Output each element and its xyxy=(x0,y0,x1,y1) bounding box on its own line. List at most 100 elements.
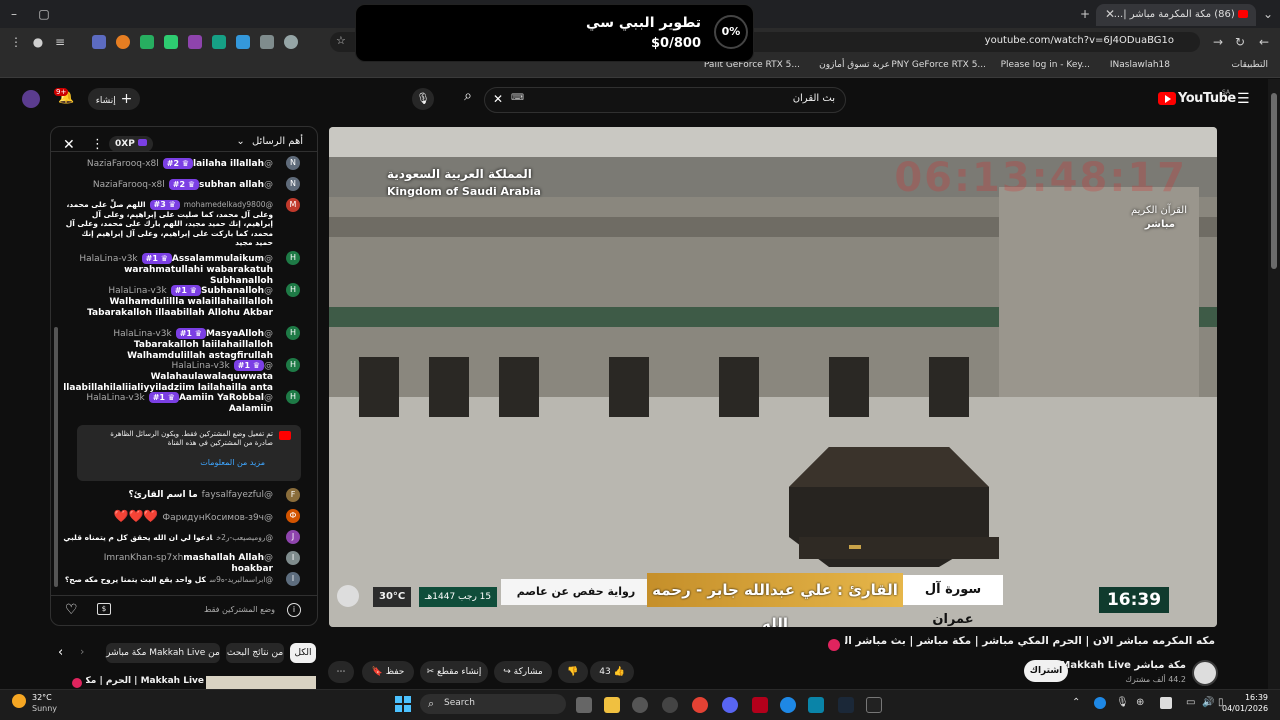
epic-games-icon[interactable] xyxy=(866,697,882,713)
bookmark-item[interactable]: Please log in - Key... xyxy=(1001,60,1090,70)
create-button[interactable]: إنشاء + xyxy=(88,88,140,110)
ext-icon[interactable] xyxy=(116,35,130,49)
clip-button[interactable]: إنشاء مقطع ✂ xyxy=(420,661,488,683)
hamburger-menu-icon[interactable]: ☰ xyxy=(1237,92,1251,106)
menu-dots-icon[interactable]: ⋮ xyxy=(8,34,24,50)
chip-channel[interactable]: من Makkah Live مكة مباشر xyxy=(106,643,220,663)
avatar[interactable]: ا xyxy=(286,572,300,586)
share-button[interactable]: مشاركة ↪ xyxy=(494,661,552,683)
ext-icon[interactable] xyxy=(284,35,298,49)
notice-learn-more-link[interactable]: مزيد من المعلومات xyxy=(200,458,265,467)
forward-icon[interactable]: → xyxy=(1210,34,1226,50)
youtube-logo-icon[interactable] xyxy=(1158,92,1176,105)
ext-icon[interactable] xyxy=(140,35,154,49)
minimize-icon[interactable]: – xyxy=(6,6,22,22)
bookmark-star-icon[interactable]: ☆ xyxy=(336,34,346,47)
app-icon[interactable] xyxy=(808,697,824,713)
tray-icon[interactable] xyxy=(1094,697,1106,709)
chat-menu-icon[interactable]: ⋮ xyxy=(91,137,104,152)
bookmark-item[interactable]: INaslawlah18 xyxy=(1110,60,1170,70)
bookmark-item[interactable]: PNY GeForce RTX 5... xyxy=(891,60,986,70)
weather-desc[interactable]: Sunny xyxy=(32,704,57,713)
chat-author[interactable]: @ФаридунКосимов-з9ч xyxy=(162,513,273,523)
page-scrollbar[interactable] xyxy=(1268,79,1280,689)
video-player[interactable]: المملكة العربية السعودية Kingdom of Saud… xyxy=(329,127,1217,627)
reload-icon[interactable]: ↻ xyxy=(1232,34,1248,50)
subscribe-button[interactable]: اشتراك xyxy=(1024,660,1068,682)
avatar[interactable]: H xyxy=(286,358,300,372)
avatar[interactable] xyxy=(22,90,40,108)
avatar[interactable]: M xyxy=(286,198,300,212)
chrome-icon[interactable] xyxy=(692,697,708,713)
tray-icon[interactable] xyxy=(1160,697,1172,709)
chat-author[interactable]: @faysalfayezful xyxy=(202,490,273,500)
profile-icon[interactable]: ● xyxy=(30,34,46,50)
ext-icon[interactable] xyxy=(236,35,250,49)
avatar[interactable]: I xyxy=(286,551,300,565)
task-view-icon[interactable] xyxy=(576,697,592,713)
ext-icon[interactable] xyxy=(164,35,178,49)
avatar[interactable]: N xyxy=(286,177,300,191)
chip-all[interactable]: الكل xyxy=(290,643,316,663)
avatar[interactable]: Ф xyxy=(286,509,300,523)
channel-name[interactable]: مكة مباشر Makkah Live xyxy=(1060,660,1186,671)
bookmark-apps[interactable]: التطبيقات xyxy=(1231,60,1268,70)
avatar[interactable]: F xyxy=(286,488,300,502)
chevron-right-icon[interactable]: › xyxy=(80,645,84,658)
weather-temp[interactable]: 32°C xyxy=(32,693,52,702)
extensions-icon[interactable]: ≡ xyxy=(52,34,68,50)
clock-time[interactable]: 16:39 xyxy=(1224,693,1268,702)
chevron-up-icon[interactable]: ⌃ xyxy=(1072,697,1080,708)
info-icon[interactable]: i xyxy=(287,603,301,617)
ext-icon[interactable] xyxy=(212,35,226,49)
search-box[interactable]: بث القران ✕ ⌨ xyxy=(484,87,846,113)
search-input[interactable]: بث القران xyxy=(793,93,835,104)
microphone-icon[interactable]: 🎙 xyxy=(1116,697,1129,708)
browser-icon[interactable] xyxy=(780,697,796,713)
restore-icon[interactable]: ▢ xyxy=(36,6,52,22)
settings-icon[interactable] xyxy=(662,697,678,713)
avatar[interactable]: H xyxy=(286,390,300,404)
ext-icon[interactable] xyxy=(92,35,106,49)
chat-mode-dropdown[interactable]: أهم الرسائل ⌄ xyxy=(236,136,303,147)
avatar[interactable]: J xyxy=(286,530,300,544)
keyboard-icon[interactable]: ⌨ xyxy=(511,93,524,103)
file-explorer-icon[interactable] xyxy=(604,697,620,713)
steam-icon[interactable] xyxy=(838,697,854,713)
chat-author[interactable]: @ابراسمالبريد-ه9س xyxy=(210,575,273,584)
network-icon[interactable]: ▭ xyxy=(1186,697,1195,708)
next-video-title[interactable]: Makkah Live | الحرم | مكة مباشر xyxy=(86,676,204,686)
clear-search-icon[interactable]: ✕ xyxy=(493,92,503,106)
search-icon[interactable]: ⌕ xyxy=(455,88,481,112)
windows-start-icon[interactable] xyxy=(395,696,411,712)
avatar[interactable]: H xyxy=(286,326,300,340)
chat-author[interactable]: @روميصيعب-ر2خ xyxy=(216,533,273,542)
active-tab[interactable]: (86) مكة المكرمة مباشر |... xyxy=(1096,4,1256,26)
avatar[interactable]: H xyxy=(286,251,300,265)
volume-icon[interactable]: 🔊 xyxy=(1202,697,1214,708)
dislike-button[interactable]: 👎 xyxy=(558,661,588,683)
chip-search-results[interactable]: من نتائج البحث xyxy=(226,643,284,663)
close-tab-icon[interactable]: ✕ xyxy=(1102,6,1118,22)
save-button[interactable]: حفظ 🔖 xyxy=(362,661,414,683)
avatar[interactable]: N xyxy=(286,156,300,170)
avatar[interactable]: H xyxy=(286,283,300,297)
back-icon[interactable]: ← xyxy=(1256,34,1272,50)
app-icon[interactable] xyxy=(632,697,648,713)
points-badge[interactable]: 0XP xyxy=(109,136,153,152)
voice-search-icon[interactable]: 🎙 xyxy=(412,88,434,110)
chat-input-placeholder[interactable]: وضع المشتركين فقط xyxy=(204,605,275,614)
like-button[interactable]: 43 👍 xyxy=(590,661,634,683)
more-actions-icon[interactable]: ⋯ xyxy=(328,661,354,683)
taskbar-search[interactable]: ⌕ Search xyxy=(420,694,566,714)
chat-scrollbar[interactable] xyxy=(54,327,58,587)
chevron-left-icon[interactable]: ‹ xyxy=(58,645,63,660)
chat-author[interactable]: @mohamedelkady9800 xyxy=(184,200,273,209)
super-chat-icon[interactable]: $ xyxy=(97,603,111,615)
tab-search-icon[interactable]: ⌄ xyxy=(1260,6,1276,22)
clock-date[interactable]: 04/01/2026 xyxy=(1222,704,1268,713)
discord-icon[interactable] xyxy=(722,697,738,713)
language-icon[interactable]: ⊕ xyxy=(1136,697,1144,708)
new-tab-icon[interactable]: + xyxy=(1077,6,1093,22)
bookmark-item[interactable]: عربة تسوق أمازون xyxy=(819,60,890,70)
